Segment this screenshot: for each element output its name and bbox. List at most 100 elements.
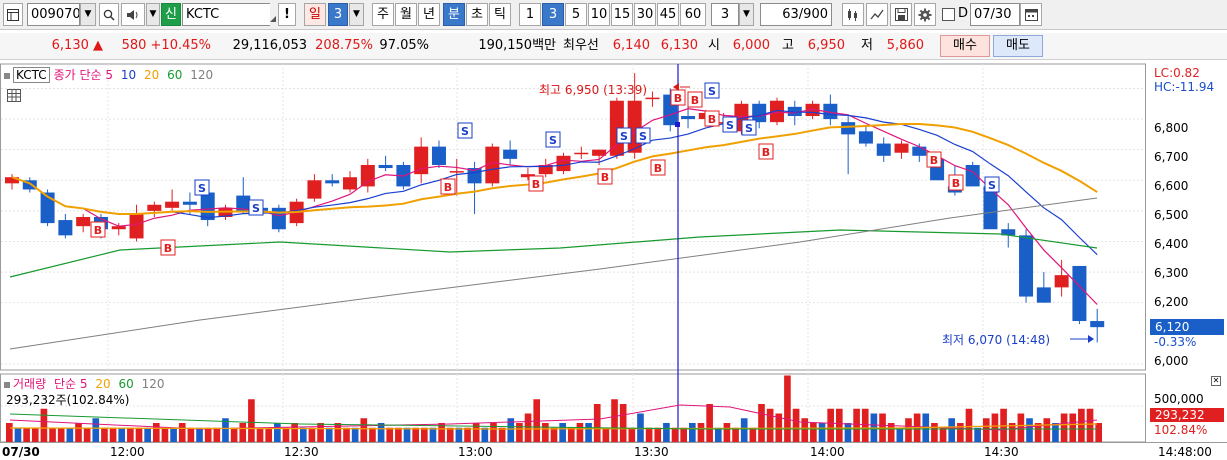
volume-bar <box>810 423 817 442</box>
volume-panel-handle-icon[interactable] <box>4 382 10 388</box>
buy-signal-text: B <box>601 171 609 184</box>
x-label-1430: 14:30 <box>984 445 1019 459</box>
chart-canvas[interactable]: BBSSBSBSBS SBB BSB S SBBB S <box>0 62 1227 460</box>
vol-ma120-legend: 120 <box>141 377 165 391</box>
volume-bar <box>265 427 273 442</box>
sell-signal-text: S <box>639 130 647 143</box>
buy-signal-text: B <box>444 181 452 194</box>
buy-signal-text: B <box>164 242 172 255</box>
volume-bar <box>446 427 454 442</box>
date-input[interactable]: 07/30 <box>970 3 1020 26</box>
volume-bar <box>343 427 350 442</box>
chart-area[interactable]: BBSSBSBSBSSBBBSBSSBBBS KCTC 종가 단순 5 10 20… <box>0 62 1227 460</box>
date-checkbox[interactable] <box>942 8 955 21</box>
buy-signal-text: B <box>654 162 662 175</box>
volume-bar <box>420 427 428 442</box>
buy-signal-text: B <box>708 113 716 126</box>
search-icon[interactable] <box>99 3 119 26</box>
candle <box>58 220 73 236</box>
volume-bar <box>291 423 298 442</box>
sell-button[interactable]: 매도 <box>993 35 1043 57</box>
up-arrow-icon: ▲ <box>93 38 103 53</box>
ticker-tag[interactable]: KCTC <box>13 67 50 83</box>
candle <box>378 164 393 169</box>
interval-dropdown-icon[interactable]: ▼ <box>739 3 754 26</box>
save-icon[interactable] <box>890 3 912 26</box>
best-bid: 6,130 <box>660 38 698 53</box>
candle <box>894 143 909 153</box>
volume-bar <box>256 427 264 442</box>
volume-bar <box>204 427 212 442</box>
period-year-button[interactable]: 년 <box>418 3 440 26</box>
candle <box>431 146 446 165</box>
volume-bar <box>161 427 169 442</box>
best-label: 최우선 <box>563 38 599 53</box>
volume-bar <box>835 408 843 442</box>
stock-name-field[interactable]: KCTC <box>182 3 270 26</box>
volume-bar <box>92 418 100 442</box>
warning-icon[interactable]: ! <box>278 3 296 26</box>
vol-ma60-legend: 60 <box>118 377 134 391</box>
volume-bar <box>732 427 739 442</box>
period-week-button[interactable]: 주 <box>372 3 394 26</box>
grid-table-icon[interactable] <box>7 89 21 102</box>
panel-handle-icon[interactable] <box>4 73 10 79</box>
volume-bar <box>559 423 566 442</box>
y-label-6000: 6,000 <box>1154 354 1189 368</box>
interval-3-button[interactable]: 3 <box>542 3 564 26</box>
period-tick-button[interactable]: 틱 <box>489 3 511 26</box>
candle <box>165 201 180 208</box>
volume-legend: 거래량 단순 5 20 60 120 <box>4 378 164 390</box>
volume-bar <box>567 427 575 442</box>
period-month-button[interactable]: 월 <box>395 3 417 26</box>
volume-bar <box>239 423 247 442</box>
volume-bar <box>853 408 860 442</box>
period-second-button[interactable]: 초 <box>466 3 488 26</box>
volume-bar <box>395 427 402 442</box>
line-draw-icon[interactable] <box>866 3 888 26</box>
interval-5-button[interactable]: 5 <box>565 3 587 26</box>
speaker-icon[interactable] <box>121 3 145 26</box>
volume-bar <box>75 423 82 442</box>
day-count-dropdown-icon[interactable]: ▼ <box>349 3 364 26</box>
stock-code-input[interactable]: 009070 <box>27 3 80 26</box>
volume-bar <box>697 423 705 442</box>
sell-signal-text: S <box>198 182 206 195</box>
speaker-dropdown-icon[interactable]: ▼ <box>146 3 160 26</box>
period-day-button[interactable]: 일 <box>304 3 326 26</box>
volume-bar <box>576 423 584 442</box>
ma5-legend: 5 <box>105 68 114 82</box>
volume-bar <box>360 418 368 442</box>
buy-button[interactable]: 매수 <box>940 35 990 57</box>
interval-30-button[interactable]: 30 <box>634 3 656 26</box>
interval-45-button[interactable]: 45 <box>657 3 679 26</box>
y-label-6600: 6,600 <box>1154 179 1189 193</box>
interval-10-button[interactable]: 10 <box>588 3 610 26</box>
x-axis: 07/30 12:00 12:30 13:00 13:30 14:00 14:3… <box>0 442 1227 460</box>
interval-1-button[interactable]: 1 <box>519 3 541 26</box>
candle <box>200 192 215 221</box>
sell-signal-text: S <box>708 85 716 98</box>
calendar-icon[interactable] <box>1020 3 1042 26</box>
buy-signal-text: B <box>674 92 682 105</box>
interval-60-button[interactable]: 60 <box>680 3 706 26</box>
period-day-count[interactable]: 3 <box>328 3 348 26</box>
trade-amount: 190,150백만 <box>478 38 556 53</box>
resize-corner-icon <box>270 16 276 22</box>
code-dropdown-icon[interactable]: ▼ <box>80 3 96 26</box>
gear-icon[interactable] <box>914 3 936 26</box>
period-minute-button[interactable]: 분 <box>443 3 465 26</box>
interval-select[interactable]: 3 <box>711 3 739 26</box>
layout-icon[interactable] <box>3 3 23 26</box>
candle-type-icon[interactable] <box>842 3 864 26</box>
candle <box>1019 235 1034 297</box>
ma60-legend: 60 <box>167 68 183 82</box>
candle-count-field[interactable]: 63/900 <box>760 3 832 26</box>
close-panel-icon[interactable]: ✕ <box>1211 376 1221 386</box>
volume-bar <box>230 427 238 442</box>
volume-bar <box>1069 413 1077 442</box>
cursor-marker <box>675 122 680 127</box>
change-value: 580 <box>121 38 147 53</box>
interval-15-button[interactable]: 15 <box>611 3 633 26</box>
volume-bar <box>14 427 22 442</box>
